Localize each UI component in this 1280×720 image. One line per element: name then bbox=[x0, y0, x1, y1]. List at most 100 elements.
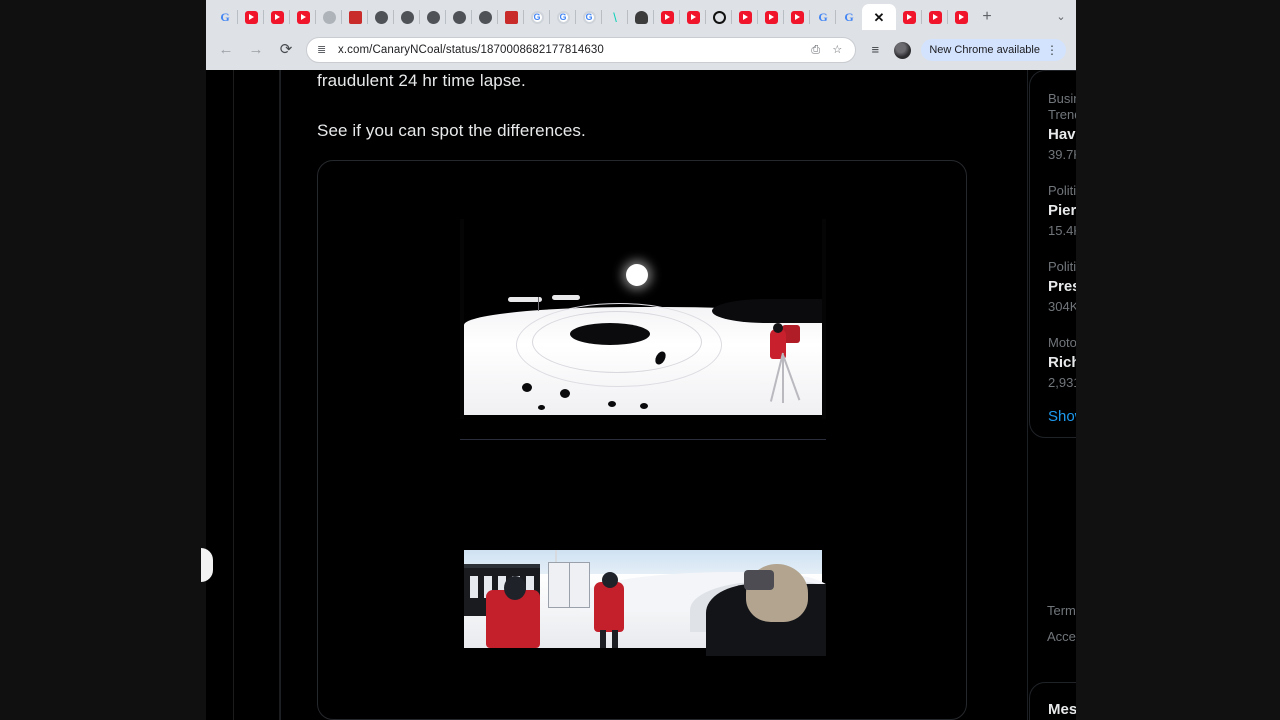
browser-tab[interactable] bbox=[419, 4, 446, 30]
antarctic-daytime-crew-frame[interactable] bbox=[460, 546, 826, 656]
trend-category: Politics · Trending bbox=[1048, 259, 1076, 274]
trend-item[interactable]: Business and finance · Trending Have 39.… bbox=[1048, 85, 1076, 177]
browser-tab[interactable] bbox=[471, 4, 498, 30]
screen-recording-frame: G G G G \ G G ✕ + ⌄ ← → ⟳ ≣ x.com/Canary… bbox=[0, 0, 1280, 720]
reading-list-icon[interactable]: ≡ bbox=[866, 41, 884, 59]
trend-category: Business and finance · Trending bbox=[1048, 91, 1076, 122]
x-web-page: fraudulent 24 hr time lapse. See if you … bbox=[206, 70, 1076, 720]
browser-tab[interactable] bbox=[947, 4, 974, 30]
tab-strip: G G G G \ G G ✕ + ⌄ bbox=[206, 0, 1076, 30]
google-g-icon: G bbox=[818, 9, 828, 24]
youtube-icon bbox=[928, 10, 942, 24]
globe-icon bbox=[478, 10, 492, 24]
chrome-menu-icon[interactable]: ⋮ bbox=[1046, 44, 1058, 56]
globe-icon bbox=[426, 10, 440, 24]
back-button[interactable]: ← bbox=[216, 40, 236, 60]
browser-tab[interactable] bbox=[237, 4, 264, 30]
profile-avatar[interactable] bbox=[894, 41, 912, 59]
right-sidebar-rail: Business and finance · Trending Have 39.… bbox=[1029, 70, 1076, 720]
globe-icon bbox=[452, 10, 466, 24]
globe-icon bbox=[400, 10, 414, 24]
browser-tab[interactable] bbox=[679, 4, 706, 30]
person-head bbox=[602, 572, 618, 588]
browser-tab[interactable]: G bbox=[835, 4, 862, 30]
address-bar-url[interactable]: x.com/CanaryNCoal/status/187000868217781… bbox=[338, 44, 803, 56]
browser-tab[interactable] bbox=[921, 4, 948, 30]
footer-link-terms[interactable]: Terms of Service bbox=[1047, 598, 1076, 624]
antarctic-night-timelapse-frame[interactable] bbox=[460, 219, 826, 419]
google-g-icon: G bbox=[844, 9, 854, 24]
chrome-update-pill[interactable]: New Chrome available ⋮ bbox=[921, 39, 1066, 61]
youtube-icon bbox=[764, 10, 778, 24]
footer-link-accessibility[interactable]: Accessibility bbox=[1047, 624, 1076, 650]
post-text-line-1: fraudulent 24 hr time lapse. bbox=[317, 71, 526, 90]
browser-tab[interactable] bbox=[627, 4, 654, 30]
trend-item[interactable]: Motorsport · Trending Richard 2,931 post… bbox=[1048, 329, 1076, 405]
chrome-browser-window: G G G G \ G G ✕ + ⌄ ← → ⟳ ≣ x.com/Canary… bbox=[206, 0, 1076, 720]
browser-tab[interactable] bbox=[263, 4, 290, 30]
browser-tab[interactable] bbox=[367, 4, 394, 30]
trend-count: 2,931 posts bbox=[1048, 375, 1076, 390]
browser-tab[interactable]: G bbox=[549, 4, 576, 30]
trend-name: Pierre bbox=[1048, 202, 1076, 219]
rock bbox=[640, 403, 648, 409]
x-logo-icon: ✕ bbox=[873, 9, 885, 25]
trend-name: Richard bbox=[1048, 354, 1076, 371]
browser-tab[interactable]: G bbox=[809, 4, 836, 30]
browser-tab[interactable]: G bbox=[523, 4, 550, 30]
browser-tab[interactable]: G bbox=[212, 4, 238, 30]
trend-count: 15.4K posts bbox=[1048, 223, 1076, 238]
google-circle-icon: G bbox=[530, 10, 544, 24]
trend-category: Politics · Trending bbox=[1048, 183, 1076, 198]
browser-tab[interactable]: \ bbox=[601, 4, 628, 30]
browser-tab[interactable] bbox=[731, 4, 758, 30]
trend-item[interactable]: Politics · Trending Pierre 15.4K posts bbox=[1048, 177, 1076, 253]
browser-tab[interactable] bbox=[315, 4, 342, 30]
person-head bbox=[504, 576, 526, 600]
youtube-icon bbox=[270, 10, 284, 24]
bookmark-star-icon[interactable]: ☆ bbox=[832, 44, 845, 57]
messages-dock-label: Messages bbox=[1048, 701, 1076, 718]
tab-search-chevron-down-icon[interactable]: ⌄ bbox=[1046, 4, 1076, 30]
person-icon bbox=[634, 10, 648, 24]
browser-tab[interactable]: G bbox=[575, 4, 602, 30]
media-separator bbox=[460, 439, 826, 440]
forward-button[interactable]: → bbox=[246, 40, 266, 60]
cloud-streak bbox=[552, 295, 580, 300]
chrome-update-label: New Chrome available bbox=[929, 44, 1040, 56]
person-head bbox=[773, 323, 783, 333]
thin-pole bbox=[538, 297, 539, 311]
browser-tab[interactable] bbox=[393, 4, 420, 30]
browser-tab[interactable] bbox=[783, 4, 810, 30]
tripod-leg bbox=[782, 357, 784, 403]
browser-tab[interactable] bbox=[757, 4, 784, 30]
trend-name: President bbox=[1048, 278, 1076, 295]
install-app-icon[interactable]: ⎙ bbox=[811, 44, 824, 57]
address-bar[interactable]: ≣ x.com/CanaryNCoal/status/1870008682177… bbox=[306, 37, 857, 63]
gray-globe-icon bbox=[322, 10, 336, 24]
moon-icon bbox=[626, 264, 648, 286]
youtube-icon bbox=[296, 10, 310, 24]
site-settings-tune-icon[interactable]: ≣ bbox=[317, 44, 330, 57]
new-tab-button[interactable]: + bbox=[974, 4, 1000, 30]
browser-tab[interactable] bbox=[445, 4, 472, 30]
whats-happening-card: Business and finance · Trending Have 39.… bbox=[1029, 70, 1076, 438]
post-text-line-2: See if you can spot the differences. bbox=[317, 121, 586, 140]
letterbox-left bbox=[0, 0, 206, 720]
browser-tab[interactable] bbox=[896, 4, 922, 30]
post-media-container[interactable] bbox=[317, 160, 967, 720]
browser-tab[interactable] bbox=[653, 4, 680, 30]
rock bbox=[538, 405, 545, 410]
browser-tab[interactable] bbox=[497, 4, 524, 30]
camera-tripod bbox=[760, 351, 806, 403]
browser-tab[interactable] bbox=[341, 4, 368, 30]
youtube-icon bbox=[954, 10, 968, 24]
reload-button[interactable]: ⟳ bbox=[276, 40, 296, 60]
messages-dock-card[interactable]: Messages bbox=[1029, 682, 1076, 720]
trend-category: Motorsport · Trending bbox=[1048, 335, 1076, 350]
browser-tab[interactable] bbox=[289, 4, 316, 30]
active-browser-tab-x[interactable]: ✕ bbox=[862, 4, 896, 30]
trend-item[interactable]: Politics · Trending President 304K posts bbox=[1048, 253, 1076, 329]
browser-tab[interactable] bbox=[705, 4, 732, 30]
show-more-link[interactable]: Show more bbox=[1048, 405, 1076, 427]
